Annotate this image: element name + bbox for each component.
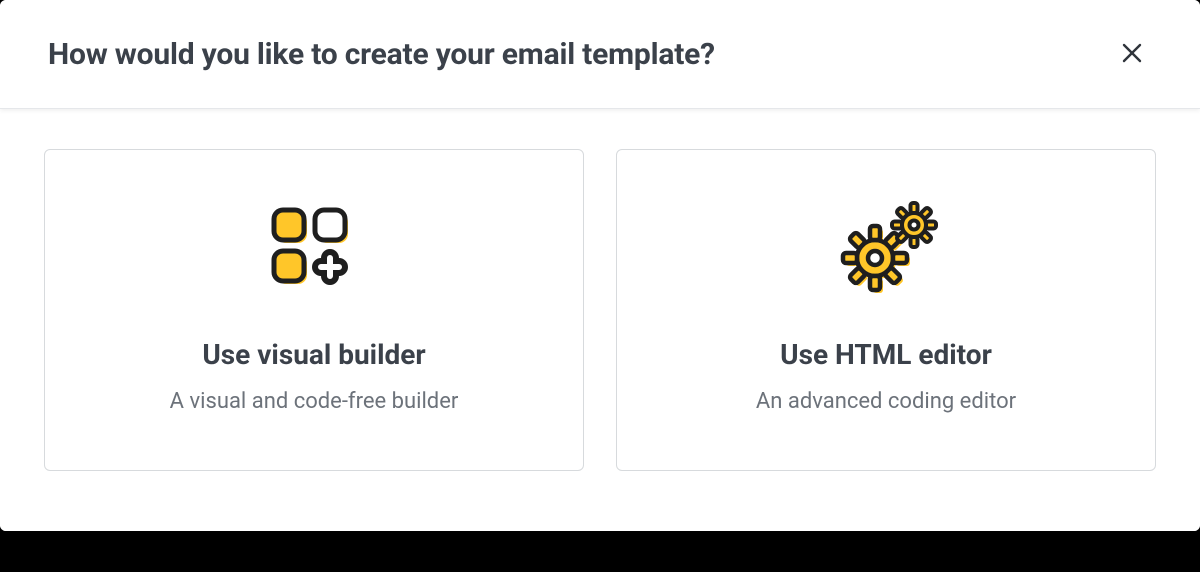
option-visual-builder[interactable]: Use visual builder A visual and code-fre… [44,149,584,471]
modal-header: How would you like to create your email … [0,0,1200,109]
option-html-editor[interactable]: Use HTML editor An advanced coding edito… [616,149,1156,471]
close-button[interactable] [1112,34,1152,74]
close-icon [1120,41,1144,68]
option-description: An advanced coding editor [756,389,1016,414]
create-template-modal: How would you like to create your email … [0,0,1200,531]
modal-title: How would you like to create your email … [48,37,715,72]
html-editor-icon [826,190,946,310]
option-title: Use visual builder [202,338,425,371]
option-description: A visual and code-free builder [170,389,459,414]
visual-builder-icon [254,190,374,310]
modal-body: Use visual builder A visual and code-fre… [0,109,1200,531]
option-title: Use HTML editor [780,338,992,371]
